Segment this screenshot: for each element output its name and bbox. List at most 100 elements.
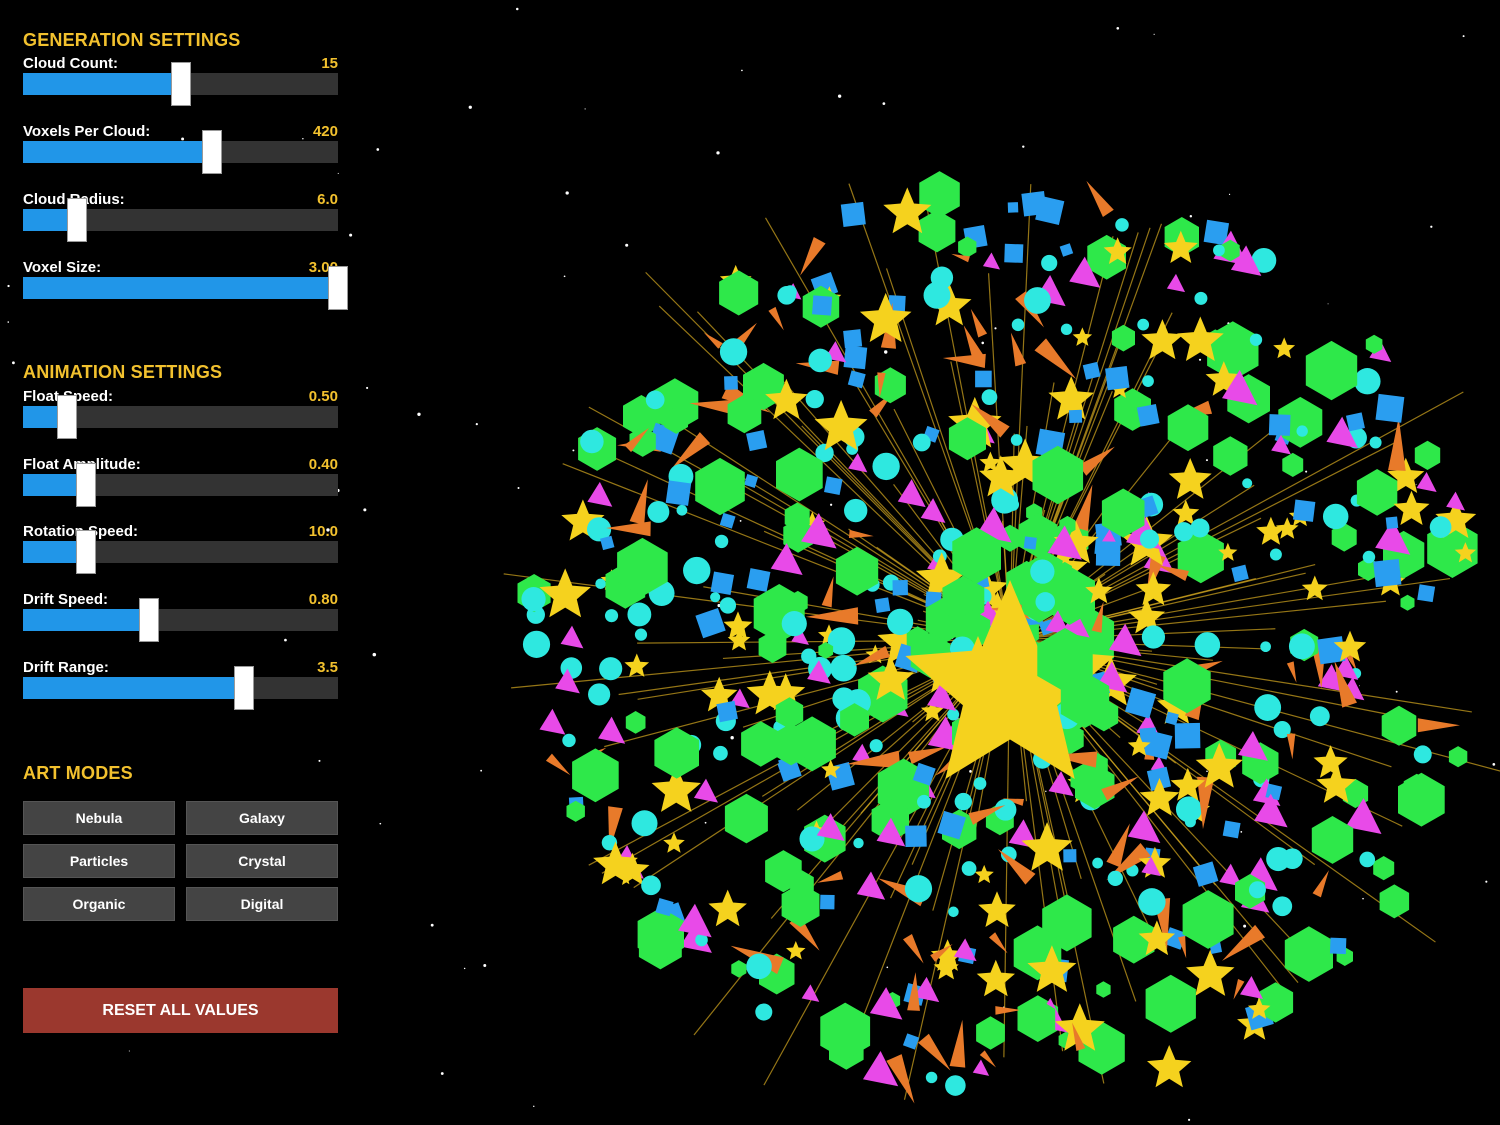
voxel-cube bbox=[1292, 499, 1316, 522]
background-star bbox=[584, 108, 586, 110]
voxel-cube bbox=[975, 370, 992, 388]
voxel-sphere bbox=[588, 683, 611, 706]
voxel-sphere bbox=[1248, 881, 1266, 899]
cloud-count-slider[interactable]: Cloud Count: 15 bbox=[23, 55, 338, 115]
slider-track[interactable] bbox=[23, 266, 348, 310]
voxel-hexagon bbox=[625, 711, 646, 734]
rotation-speed-slider[interactable]: Rotation Speed: 10.0 bbox=[23, 523, 338, 583]
art-modes-title: ART MODES bbox=[23, 763, 133, 783]
background-star bbox=[516, 7, 519, 11]
voxel-sphere bbox=[1115, 218, 1129, 232]
slider-track[interactable] bbox=[23, 130, 338, 174]
slider-label: Voxel Size: bbox=[23, 259, 102, 276]
voxel-hexagon bbox=[1145, 974, 1196, 1033]
voxel-hexagon bbox=[919, 171, 960, 218]
slider-thumb[interactable] bbox=[170, 62, 191, 106]
mode-nebula-button[interactable]: Nebula bbox=[23, 801, 175, 835]
voxel-sphere bbox=[912, 433, 931, 452]
slider-thumb[interactable] bbox=[76, 530, 96, 574]
slider-thumb[interactable] bbox=[328, 266, 348, 310]
voxel-hexagon bbox=[1182, 890, 1234, 949]
voxel-sphere bbox=[645, 390, 665, 410]
drift-speed-slider[interactable]: Drift Speed: 0.80 bbox=[23, 591, 338, 651]
voxel-cube bbox=[1417, 584, 1436, 603]
slider-label: Voxels Per Cloud: bbox=[23, 123, 151, 140]
slider-fill bbox=[23, 609, 149, 631]
voxel-cube bbox=[1095, 541, 1121, 566]
voxel-sphere bbox=[631, 810, 658, 837]
voxel-sphere bbox=[1174, 522, 1194, 542]
background-star bbox=[1206, 770, 1208, 773]
voxel-sphere bbox=[1413, 745, 1432, 764]
voxel-pyramid bbox=[972, 1059, 990, 1076]
background-star bbox=[1228, 193, 1231, 195]
float-amplitude-slider[interactable]: Float Amplitude: 0.40 bbox=[23, 456, 338, 516]
slider-track[interactable] bbox=[23, 62, 338, 106]
voxel-star bbox=[624, 653, 650, 677]
slider-track[interactable] bbox=[23, 198, 338, 242]
cloud-radius-slider[interactable]: Cloud Radius: 6.0 bbox=[23, 191, 338, 251]
voxel-sphere bbox=[676, 504, 688, 516]
mode-crystal-button[interactable]: Crystal bbox=[186, 844, 338, 878]
slider-track[interactable] bbox=[23, 463, 338, 507]
voxel-sphere bbox=[853, 837, 864, 849]
voxel-sphere bbox=[872, 452, 900, 481]
voxel-hexagon bbox=[724, 793, 768, 844]
slider-track[interactable] bbox=[23, 395, 338, 439]
voxel-hexagon bbox=[1096, 981, 1111, 998]
voxel-sphere bbox=[599, 657, 623, 681]
background-star bbox=[625, 243, 629, 247]
voxel-shard bbox=[1034, 338, 1077, 380]
slider-label: Drift Range: bbox=[23, 659, 109, 676]
mode-organic-button[interactable]: Organic bbox=[23, 887, 175, 921]
background-star bbox=[1205, 459, 1208, 462]
background-star bbox=[1305, 470, 1308, 473]
mode-galaxy-button[interactable]: Galaxy bbox=[186, 801, 338, 835]
voxel-sphere bbox=[994, 798, 1017, 821]
slider-thumb[interactable] bbox=[233, 666, 254, 710]
voxel-hexagon bbox=[654, 727, 699, 779]
slider-thumb[interactable] bbox=[76, 463, 96, 507]
voxel-size-slider[interactable]: Voxel Size: 3.00 bbox=[23, 259, 348, 319]
voxel-sphere bbox=[713, 745, 728, 761]
voxel-sphere bbox=[1194, 291, 1208, 305]
slider-track[interactable] bbox=[23, 530, 338, 574]
voxel-sphere bbox=[777, 285, 797, 305]
slider-track[interactable] bbox=[23, 666, 338, 710]
reset-all-values-button[interactable]: RESET ALL VALUES bbox=[23, 988, 338, 1033]
slider-track[interactable] bbox=[23, 598, 338, 642]
voxel-sphere bbox=[710, 592, 721, 603]
background-star bbox=[1485, 880, 1488, 883]
voxel-sphere bbox=[1190, 518, 1210, 538]
float-speed-slider[interactable]: Float Speed: 0.50 bbox=[23, 388, 338, 448]
voxel-pyramid bbox=[560, 625, 584, 649]
voxel-sphere bbox=[973, 777, 987, 790]
drift-range-slider[interactable]: Drift Range: 3.5 bbox=[23, 659, 338, 719]
slider-value: 0.50 bbox=[308, 388, 338, 405]
voxel-sphere bbox=[627, 602, 652, 627]
slider-thumb[interactable] bbox=[139, 598, 159, 642]
mode-digital-button[interactable]: Digital bbox=[186, 887, 338, 921]
voxel-hexagon bbox=[1381, 705, 1417, 746]
background-star bbox=[1415, 483, 1417, 485]
voxel-sphere bbox=[981, 389, 998, 406]
slider-thumb[interactable] bbox=[66, 198, 87, 242]
voxel-star bbox=[786, 941, 806, 960]
mode-particles-button[interactable]: Particles bbox=[23, 844, 175, 878]
background-star bbox=[565, 191, 569, 195]
voxel-sphere bbox=[1142, 375, 1154, 387]
background-star bbox=[563, 275, 566, 278]
voxel-cube bbox=[746, 568, 771, 592]
voxel-cube bbox=[1068, 409, 1083, 424]
voxel-sphere bbox=[961, 861, 977, 876]
background-star bbox=[533, 1105, 535, 1108]
voxel-star bbox=[976, 959, 1015, 997]
voxel-pyramid bbox=[539, 708, 566, 735]
voxels-per-cloud-slider[interactable]: Voxels Per Cloud: 420 bbox=[23, 123, 338, 183]
slider-label: Cloud Count: bbox=[23, 55, 118, 72]
voxel-sphere bbox=[869, 739, 883, 753]
voxel-sphere bbox=[930, 266, 954, 289]
voxel-sphere bbox=[948, 906, 959, 918]
slider-thumb[interactable] bbox=[57, 395, 78, 439]
slider-thumb[interactable] bbox=[202, 130, 222, 174]
